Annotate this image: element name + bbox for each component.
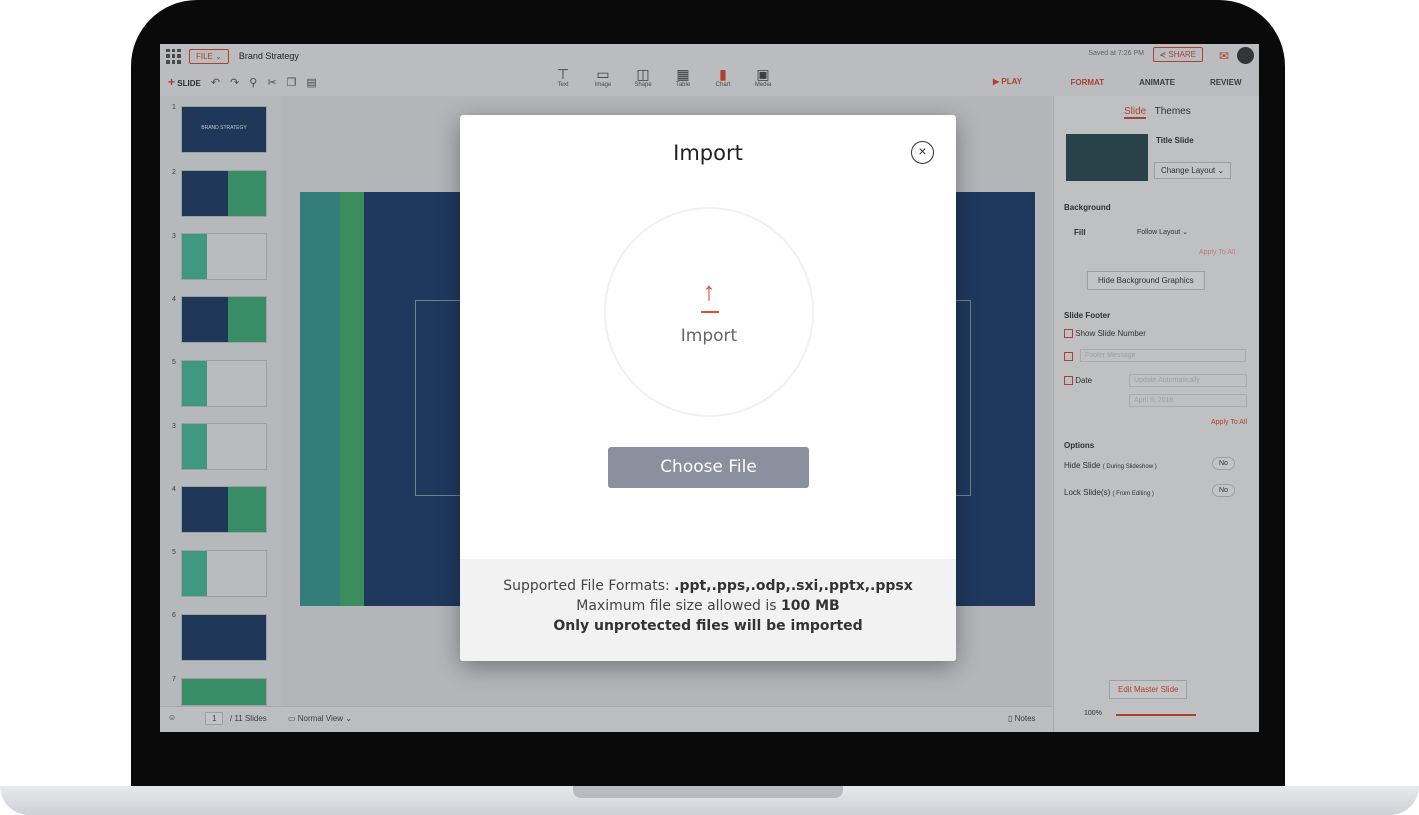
upload-arrow-icon: ↑ bbox=[702, 276, 716, 306]
protected-note-text: Only unprotected files will be imported bbox=[553, 618, 863, 634]
max-size-value: 100 MB bbox=[781, 598, 840, 614]
protected-note: Only unprotected files will be imported bbox=[460, 616, 956, 636]
close-icon[interactable]: × bbox=[911, 141, 934, 164]
choose-file-button[interactable]: Choose File bbox=[608, 447, 809, 488]
dialog-footer: Supported File Formats: .ppt,.pps,.odp,.… bbox=[460, 559, 956, 661]
presentation-app: FILE ⌄ Brand Strategy Saved at 7:26 PM ⋞… bbox=[160, 44, 1259, 732]
dialog-title: Import bbox=[673, 141, 743, 165]
supported-formats: Supported File Formats: .ppt,.pps,.odp,.… bbox=[460, 576, 956, 596]
screen: FILE ⌄ Brand Strategy Saved at 7:26 PM ⋞… bbox=[160, 44, 1259, 732]
dropzone-label: Import bbox=[680, 326, 738, 346]
laptop-notch bbox=[573, 786, 843, 798]
formats-prefix: Supported File Formats: bbox=[503, 578, 675, 594]
import-dropzone[interactable]: ↑ Import bbox=[604, 207, 814, 417]
upload-line bbox=[701, 311, 719, 313]
formats-list: .ppt,.pps,.odp,.sxi,.pptx,.ppsx bbox=[674, 578, 913, 594]
import-dialog: Import × ↑ Import Choose File Supported … bbox=[460, 115, 956, 661]
max-size: Maximum file size allowed is 100 MB bbox=[460, 596, 956, 616]
max-size-prefix: Maximum file size allowed is bbox=[576, 598, 782, 614]
